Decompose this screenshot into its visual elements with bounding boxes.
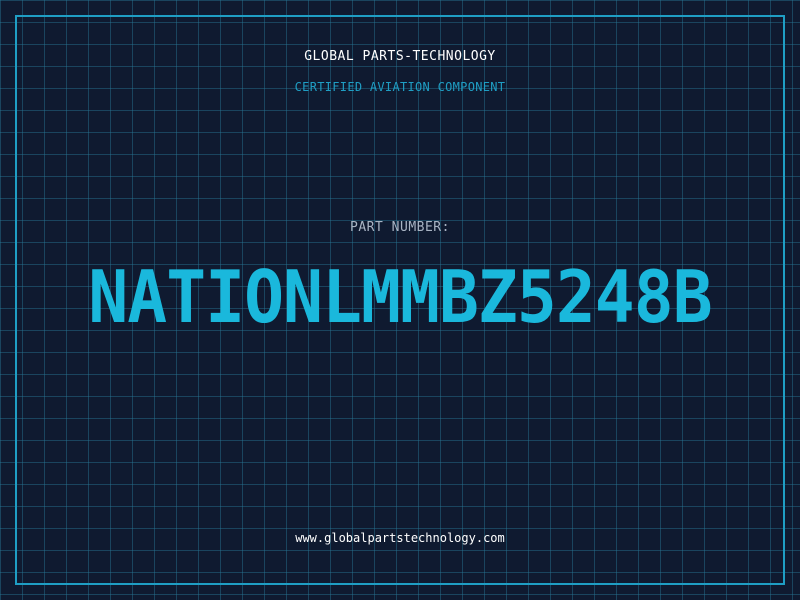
company-name: GLOBAL PARTS-TECHNOLOGY [304,49,496,64]
part-label-page: { "header": { "company": "GLOBAL PARTS-T… [0,0,800,600]
part-number-label: PART NUMBER: [350,220,450,235]
part-number-value: NATIONLMMBZ5248B [88,255,712,339]
website-url: www.globalpartstechnology.com [295,531,505,545]
certification-tagline: CERTIFIED AVIATION COMPONENT [294,80,506,94]
